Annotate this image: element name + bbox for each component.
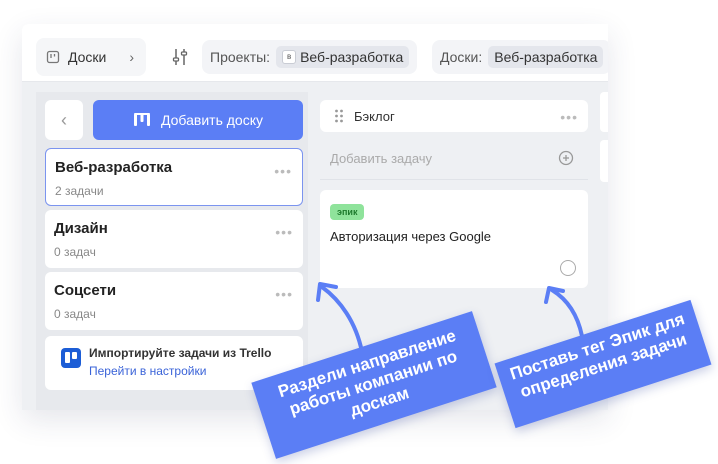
projects-filter-label: Проекты: (210, 49, 271, 65)
add-circle-icon[interactable] (558, 150, 574, 166)
projects-filter[interactable]: Проекты: в Веб-разработка (202, 40, 418, 74)
task-title: Авторизация через Google (330, 229, 492, 244)
board-item-web[interactable]: Веб-разработка 2 задачи ••• (45, 148, 303, 206)
add-board-button[interactable]: Добавить доску (93, 100, 303, 140)
board-name: Дизайн (54, 220, 108, 237)
task-card[interactable]: эпик Авторизация через Google (320, 190, 588, 288)
filter-sliders-icon[interactable] (170, 46, 192, 68)
import-title: Импортируйте задачи из Trello (89, 346, 272, 360)
drag-handle-icon[interactable] (334, 108, 344, 124)
board-task-count: 2 задачи (55, 184, 104, 198)
boards-filter-label: Доски: (440, 49, 483, 65)
column-title: Бэклог (354, 108, 395, 124)
add-task-input[interactable]: Добавить задачу (320, 138, 588, 180)
app-window: Доски › Проекты: в Веб-разработка Доски:… (22, 24, 608, 410)
back-button[interactable]: ‹ (45, 100, 83, 140)
add-board-icon (134, 113, 150, 126)
board-item-social[interactable]: Соцсети 0 задач ••• (45, 272, 303, 330)
projects-filter-value-text: Веб-разработка (300, 49, 404, 65)
top-bar: Доски › Проекты: в Веб-разработка Доски:… (22, 24, 608, 82)
epic-tag: эпик (330, 204, 365, 220)
board-task-count: 0 задач (54, 245, 96, 259)
project-badge: в (282, 50, 297, 64)
add-board-label: Добавить доску (161, 112, 263, 128)
board-item-design[interactable]: Дизайн 0 задач ••• (45, 210, 303, 268)
chevron-right-icon: › (129, 49, 134, 65)
backlog-column: Бэклог ••• Добавить задачу эпик Авториза… (320, 92, 588, 292)
more-icon[interactable]: ••• (275, 224, 293, 240)
board-icon (46, 50, 60, 64)
breadcrumb-label: Доски (68, 49, 107, 65)
next-column-edge (600, 140, 608, 182)
board-task-count: 0 задач (54, 307, 96, 321)
breadcrumb-boards[interactable]: Доски › (36, 38, 146, 76)
boards-filter-value-text: Веб-разработка (494, 49, 598, 65)
complete-checkbox[interactable] (560, 260, 576, 276)
board-name: Веб-разработка (55, 159, 173, 176)
add-task-placeholder: Добавить задачу (330, 151, 433, 166)
chevron-left-icon: ‹ (61, 109, 67, 130)
more-icon[interactable]: ••• (560, 109, 578, 125)
more-icon[interactable]: ••• (275, 286, 293, 302)
trello-icon (61, 348, 81, 368)
next-column-edge (600, 92, 608, 132)
boards-filter[interactable]: Доски: Веб-разработка (432, 40, 608, 74)
boards-sidebar: ‹ Добавить доску Веб-разработка 2 задачи… (36, 92, 308, 410)
more-icon[interactable]: ••• (274, 163, 292, 179)
boards-filter-value: Веб-разработка (488, 46, 604, 68)
column-header[interactable]: Бэклог ••• (320, 100, 588, 132)
board-name: Соцсети (54, 282, 117, 299)
projects-filter-value: в Веб-разработка (276, 46, 410, 68)
